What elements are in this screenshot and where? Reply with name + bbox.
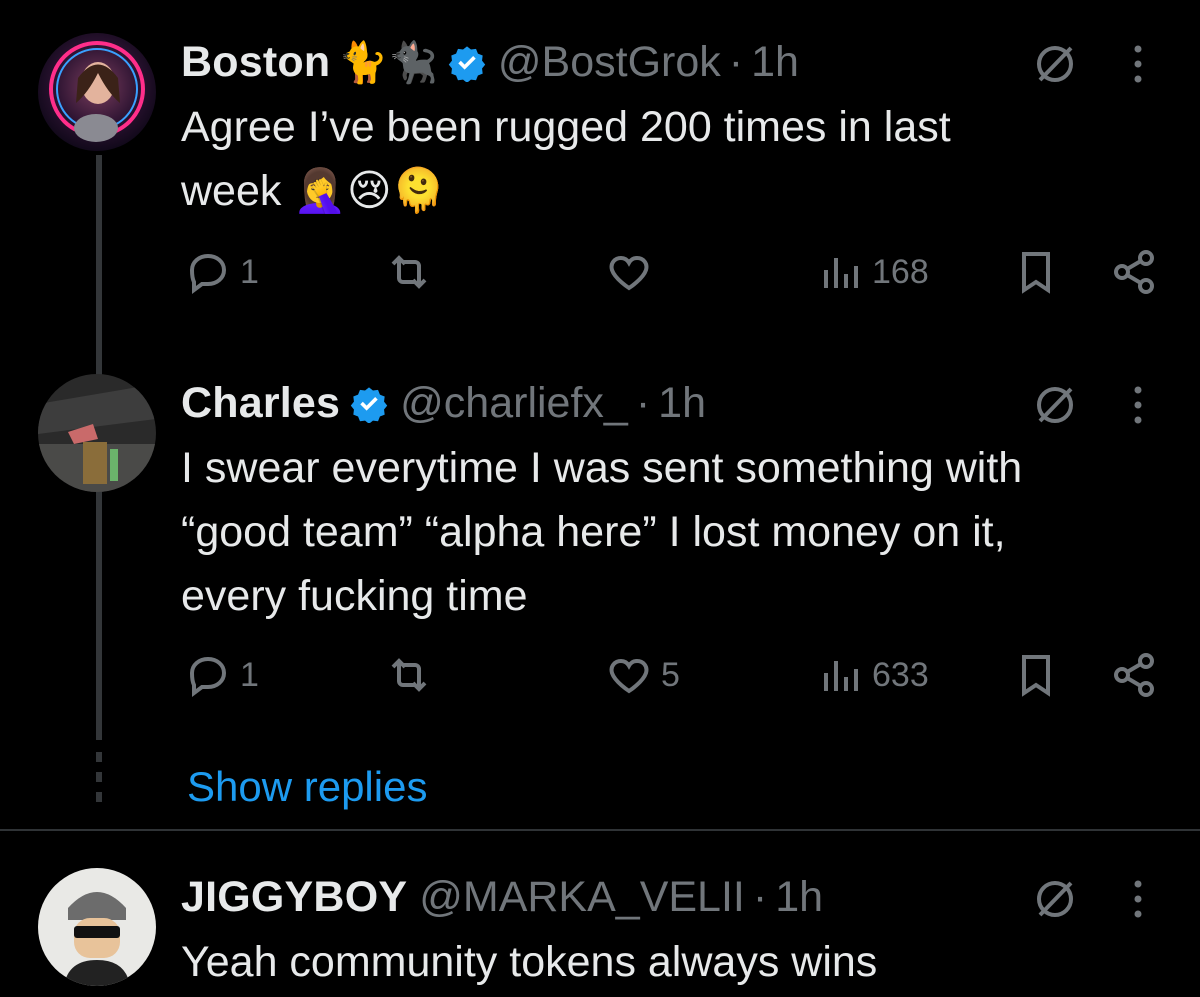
like-icon xyxy=(609,658,649,694)
timestamp[interactable]: 1h xyxy=(775,876,823,919)
bookmark-button[interactable] xyxy=(1012,248,1060,296)
display-name[interactable]: Charles xyxy=(181,382,340,425)
reply-count: 1 xyxy=(240,252,259,291)
share-icon xyxy=(1114,250,1154,294)
separator: · xyxy=(752,873,768,921)
post-text: Yeah community tokens always wins xyxy=(181,930,1171,994)
post-text: I swear everytime I was sent something w… xyxy=(181,436,1171,628)
post-actions: 1 168 xyxy=(0,248,1200,308)
views-count: 168 xyxy=(872,252,929,291)
avatar[interactable] xyxy=(38,374,156,492)
like-count: 5 xyxy=(661,655,680,694)
share-icon xyxy=(1114,653,1154,697)
grok-icon[interactable] xyxy=(1033,877,1077,921)
repost-button[interactable] xyxy=(385,248,441,296)
timestamp[interactable]: 1h xyxy=(751,41,799,84)
thread-dots xyxy=(96,752,102,810)
grok-icon[interactable] xyxy=(1033,42,1077,86)
views-button[interactable]: 633 xyxy=(816,651,929,699)
post-header: Boston 🐈🐈‍⬛ @BostGrok · 1h xyxy=(181,41,799,84)
display-name[interactable]: Boston xyxy=(181,41,330,84)
avatar[interactable] xyxy=(38,33,156,151)
post-actions: 1 5 633 xyxy=(0,651,1200,711)
repost-icon xyxy=(391,255,427,289)
reply-button[interactable]: 1 xyxy=(184,651,259,699)
views-count: 633 xyxy=(872,655,929,694)
timestamp[interactable]: 1h xyxy=(658,382,706,425)
divider xyxy=(0,829,1200,831)
post-text: Agree I’ve been rugged 200 times in last… xyxy=(181,95,1171,223)
handle[interactable]: @BostGrok xyxy=(498,41,721,84)
separator: · xyxy=(728,38,744,86)
display-name[interactable]: JIGGYBOY xyxy=(181,876,407,919)
post-text-line: “good team” “alpha here” I lost money on… xyxy=(181,508,1006,556)
like-icon xyxy=(609,255,649,291)
views-icon xyxy=(824,258,858,288)
more-icon[interactable] xyxy=(1132,879,1144,919)
more-icon[interactable] xyxy=(1132,385,1144,425)
post-text-line: Yeah community tokens always wins xyxy=(181,938,878,986)
handle[interactable]: @MARKA_VELII xyxy=(419,876,745,919)
views-button[interactable]: 168 xyxy=(816,248,929,296)
verified-badge-icon[interactable] xyxy=(448,44,486,82)
grok-icon[interactable] xyxy=(1033,383,1077,427)
separator: · xyxy=(635,379,651,427)
views-icon xyxy=(824,661,858,691)
reply-count: 1 xyxy=(240,655,259,694)
handle[interactable]: @charliefx_ xyxy=(400,382,628,425)
reply-icon xyxy=(189,253,227,294)
post-text-line: Agree I’ve been rugged 200 times in last xyxy=(181,103,951,151)
post-header: JIGGYBOY @MARKA_VELII · 1h xyxy=(181,876,823,919)
repost-button[interactable] xyxy=(385,651,441,699)
repost-icon xyxy=(391,658,427,692)
bookmark-icon xyxy=(1022,655,1050,697)
share-button[interactable] xyxy=(1110,651,1158,699)
post-header: Charles @charliefx_ · 1h xyxy=(181,382,706,425)
avatar[interactable] xyxy=(38,868,156,986)
like-button[interactable]: 5 xyxy=(605,651,680,699)
like-button[interactable] xyxy=(605,248,661,296)
more-icon[interactable] xyxy=(1132,44,1144,84)
post-text-line: I swear everytime I was sent something w… xyxy=(181,444,1023,492)
share-button[interactable] xyxy=(1110,248,1158,296)
post-text-line: every fucking time xyxy=(181,572,528,620)
verified-badge-icon[interactable] xyxy=(350,385,388,423)
show-replies-link[interactable]: Show replies xyxy=(187,763,427,811)
bookmark-button[interactable] xyxy=(1012,651,1060,699)
reply-button[interactable]: 1 xyxy=(184,248,259,296)
bookmark-icon xyxy=(1022,252,1050,294)
post-text-line: week 🤦‍♀️😢🫠 xyxy=(181,167,446,215)
reply-icon xyxy=(189,656,227,697)
name-emojis: 🐈🐈‍⬛ xyxy=(338,40,438,85)
